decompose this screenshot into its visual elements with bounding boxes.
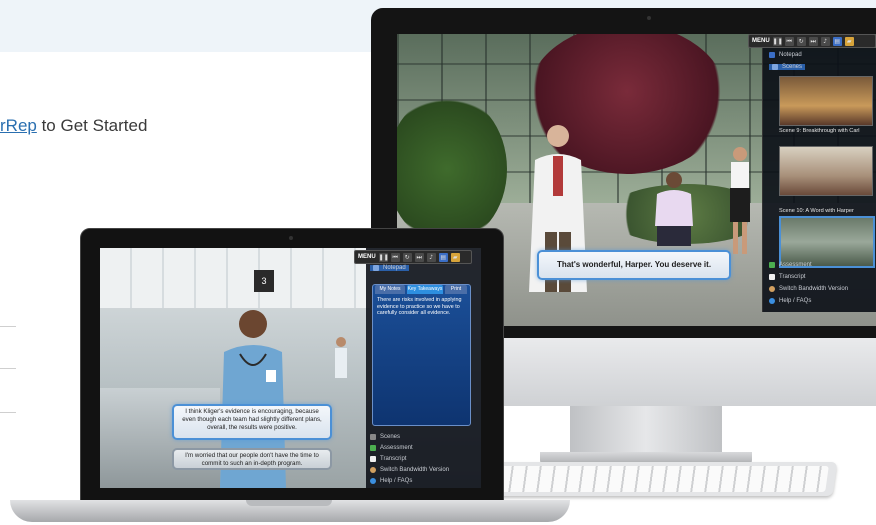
- bandwidth-label: Switch Bandwidth Version: [380, 467, 450, 473]
- bandwidth-item[interactable]: Switch Bandwidth Version: [769, 286, 848, 292]
- help-icon: [769, 298, 775, 304]
- scenes-item[interactable]: Scenes: [769, 64, 806, 70]
- divider: [0, 368, 16, 369]
- transcript-label: Transcript: [380, 456, 407, 462]
- macbook-notch: [246, 500, 332, 506]
- tab-my-notes[interactable]: My Notes: [375, 285, 405, 294]
- skip-forward-icon[interactable]: ⏭: [414, 252, 424, 262]
- cta-suffix: to Get Started: [36, 116, 148, 135]
- background-character: [335, 337, 347, 378]
- skip-forward-icon[interactable]: ⏭: [808, 36, 818, 46]
- volume-icon[interactable]: ♪: [820, 36, 830, 46]
- assessment-label: Assessment: [779, 262, 812, 268]
- notepad-header[interactable]: Notepad: [370, 265, 409, 271]
- help-item[interactable]: Help / FAQs: [769, 298, 811, 304]
- bandwidth-label: Switch Bandwidth Version: [779, 286, 849, 292]
- menu-button[interactable]: MENU: [358, 254, 376, 260]
- menu-button[interactable]: MENU: [752, 38, 770, 44]
- assessment-item[interactable]: Assessment: [370, 445, 413, 451]
- help-label: Help / FAQs: [380, 478, 413, 484]
- pause-icon[interactable]: ❚❚: [772, 36, 783, 46]
- imac-stand: [570, 406, 722, 456]
- replay-icon[interactable]: ↻: [402, 252, 412, 262]
- skip-back-icon[interactable]: ⏮: [390, 252, 400, 262]
- bandwidth-item[interactable]: Switch Bandwidth Version: [370, 467, 449, 473]
- document-icon: [769, 274, 775, 280]
- help-icon: [370, 478, 376, 484]
- transcript-label: Transcript: [779, 274, 806, 280]
- checkbox-checked-icon: [370, 445, 376, 451]
- assessment-item[interactable]: Assessment: [769, 262, 812, 268]
- folder-icon[interactable]: ▰: [450, 252, 460, 262]
- scenes-icon: [772, 64, 778, 70]
- room-sign: 3: [254, 270, 274, 292]
- scene-caption: Scene 9: Breakthrough with Carl: [779, 128, 860, 134]
- help-item[interactable]: Help / FAQs: [370, 478, 412, 484]
- scenes-panel: Notepad Scenes Scene 9: Breakthrough wit…: [762, 48, 876, 312]
- volume-icon[interactable]: ♪: [426, 252, 436, 262]
- standing-character: [730, 147, 750, 254]
- bandwidth-icon: [769, 286, 775, 292]
- cta-link[interactable]: rRep: [0, 116, 37, 135]
- get-started-text: rRep to Get Started: [0, 116, 147, 136]
- player-controls: MENU ❚❚ ⏮ ↻ ⏭ ♪ ▤ ▰: [748, 34, 876, 48]
- notepad-text[interactable]: There are risks involved in applying evi…: [377, 297, 465, 317]
- skip-back-icon[interactable]: ⏮: [784, 36, 794, 46]
- ceiling: [100, 248, 370, 308]
- bandwidth-icon: [370, 467, 376, 473]
- scene-thumbnail-selected[interactable]: [779, 216, 875, 268]
- keyboard: [487, 462, 838, 496]
- scene-thumbnail[interactable]: [779, 76, 873, 126]
- print-button[interactable]: Print: [445, 285, 467, 294]
- player-controls: MENU ❚❚ ⏮ ↻ ⏭ ♪ ▤ ▰: [354, 250, 472, 264]
- notepad-item[interactable]: Notepad: [769, 52, 802, 58]
- notepad-title: Notepad: [383, 265, 406, 271]
- keyboard-keys: [496, 466, 829, 492]
- camera-icon: [647, 16, 651, 20]
- transcript-item[interactable]: Transcript: [370, 456, 406, 462]
- scenes-item[interactable]: Scenes: [370, 434, 400, 440]
- divider: [0, 412, 16, 413]
- scene-caption: Scene 10: A Word with Harper: [779, 208, 854, 214]
- folder-icon[interactable]: ▰: [844, 36, 854, 46]
- checkbox-checked-icon: [769, 262, 775, 268]
- dialogue-choice[interactable]: I'm worried that our people don't have t…: [172, 448, 332, 470]
- notepad-icon: [769, 52, 775, 58]
- notepad-icon[interactable]: ▤: [832, 36, 842, 46]
- tab-key-takeaways[interactable]: Key Takeaways: [407, 285, 443, 294]
- transcript-item[interactable]: Transcript: [769, 274, 805, 280]
- assessment-label: Assessment: [380, 445, 413, 451]
- replay-icon[interactable]: ↻: [796, 36, 806, 46]
- seated-character: [655, 172, 693, 246]
- document-icon: [370, 456, 376, 462]
- scenes-label: Scenes: [380, 434, 401, 440]
- pause-icon[interactable]: ❚❚: [378, 252, 389, 262]
- scenes-label: Scenes: [782, 64, 803, 70]
- divider: [0, 326, 16, 327]
- notepad-icon: [373, 265, 379, 271]
- camera-icon: [289, 236, 293, 240]
- notepad-panel: My Notes Key Takeaways Print There are r…: [372, 284, 471, 426]
- scene-thumbnail[interactable]: [779, 146, 873, 196]
- notepad-label: Notepad: [779, 52, 802, 58]
- scenes-icon: [370, 434, 376, 440]
- notepad-icon[interactable]: ▤: [438, 252, 448, 262]
- help-label: Help / FAQs: [779, 298, 812, 304]
- macbook-screen: 3 I think Kliger's evidence is encouragi…: [100, 248, 481, 488]
- dialogue-choice[interactable]: I think Kliger's evidence is encouraging…: [172, 404, 332, 440]
- dialogue-bubble: That's wonderful, Harper. You deserve it…: [537, 250, 731, 280]
